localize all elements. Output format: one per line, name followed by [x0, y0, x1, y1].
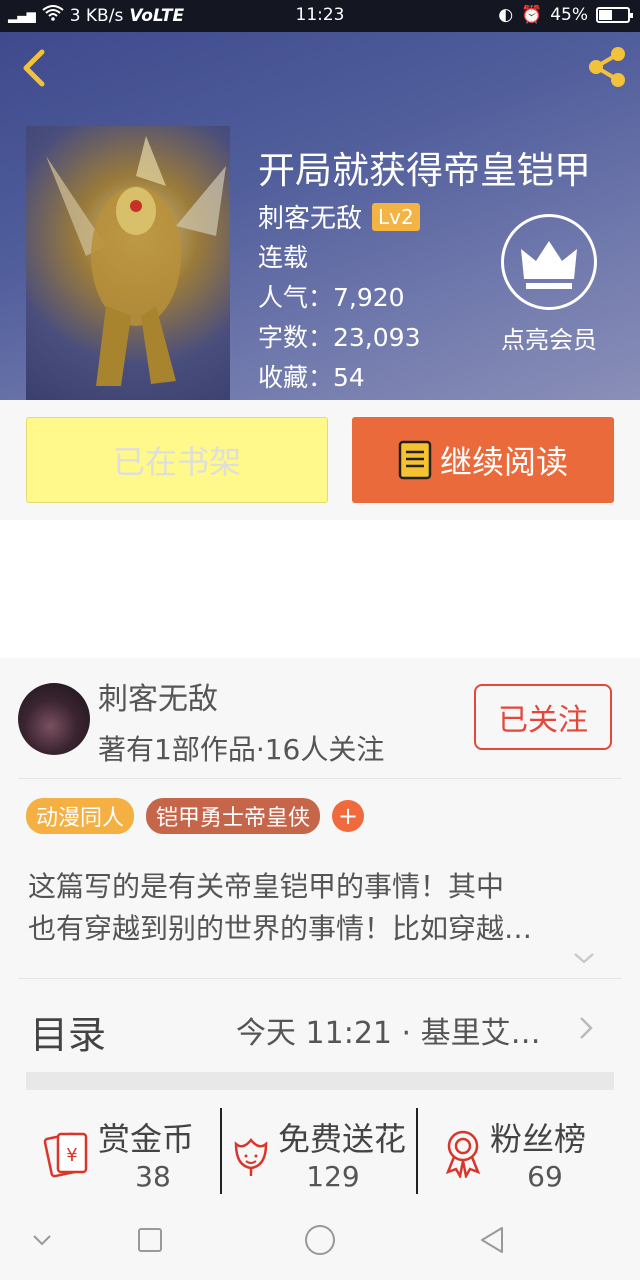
section-separator	[26, 1072, 614, 1090]
fans-count: 69	[527, 1160, 563, 1193]
toc-latest-chapter[interactable]: 今天 11:21 · 基里艾…	[236, 1008, 541, 1052]
book-actions: ¥ 赏金币 38 免费送花 129 粉丝榜 69	[0, 1108, 640, 1196]
book-status: 连载	[258, 243, 309, 272]
book-header: 开局就获得帝皇铠甲 刺客无敌 Lv2 连载 人气：7,920 字数：23,093…	[0, 32, 640, 400]
action-button-area: 已在书架 继续阅读	[0, 400, 640, 520]
book-favorites: 收藏：54	[258, 363, 365, 392]
svg-text:¥: ¥	[66, 1145, 77, 1166]
tag-item[interactable]: 铠甲勇士帝皇侠	[146, 798, 321, 834]
back-arrow-icon	[23, 49, 45, 87]
flower-icon	[234, 1137, 268, 1176]
medal-icon	[445, 1130, 481, 1178]
battery-icon	[596, 7, 633, 23]
divider	[416, 1108, 418, 1194]
flower-count: 129	[306, 1160, 360, 1193]
reward-count: 38	[135, 1160, 171, 1193]
avatar[interactable]	[18, 683, 90, 755]
home-icon[interactable]	[302, 1222, 338, 1258]
chevron-right-icon[interactable]	[578, 1014, 594, 1042]
divider	[18, 978, 622, 979]
author-card: 刺客无敌 著有1部作品·16人关注 已关注	[0, 658, 640, 778]
crown-icon	[501, 214, 597, 310]
system-nav-bar	[0, 1200, 640, 1280]
continue-reading-button[interactable]: 继续阅读	[352, 417, 614, 503]
tag-list: 动漫同人 铠甲勇士帝皇侠 +	[26, 798, 365, 834]
author-name[interactable]: 刺客无敌	[258, 198, 362, 235]
recents-icon[interactable]	[132, 1222, 168, 1258]
toc-label[interactable]: 目录	[30, 1004, 106, 1059]
follow-button[interactable]: 已关注	[474, 684, 612, 750]
author-card-stats: 著有1部作品·16人关注	[98, 733, 385, 766]
blank-area	[0, 520, 640, 658]
vip-button[interactable]: 点亮会员	[492, 214, 606, 355]
red-envelope-icon: ¥	[43, 1132, 88, 1178]
book-word-count: 字数：23,093	[258, 323, 421, 352]
share-icon	[589, 47, 625, 87]
book-title: 开局就获得帝皇铠甲	[258, 149, 591, 192]
fans-label: 粉丝榜	[490, 1120, 587, 1158]
book-cover[interactable]	[26, 126, 230, 400]
alarm-icon: ⏰	[521, 5, 543, 25]
tag-item[interactable]: 动漫同人	[26, 798, 135, 834]
battery-percent: 45%	[550, 5, 588, 25]
author-row: 刺客无敌 Lv2	[258, 198, 420, 235]
reward-label: 赏金币	[98, 1120, 195, 1158]
book-icon	[398, 440, 432, 480]
chevron-down-icon[interactable]	[572, 950, 596, 966]
fans-ranking-button[interactable]: 粉丝榜 69	[434, 1108, 614, 1196]
back-triangle-icon[interactable]	[474, 1222, 510, 1258]
add-tag-button[interactable]: +	[332, 800, 365, 832]
flower-label: 免费送花	[278, 1120, 407, 1158]
send-flower-button[interactable]: 免费送花 129	[222, 1108, 416, 1196]
book-popularity: 人气：7,920	[258, 283, 405, 312]
reward-coins-button[interactable]: ¥ 赏金币 38	[42, 1108, 212, 1196]
author-card-name[interactable]: 刺客无敌	[98, 674, 218, 718]
share-button[interactable]	[584, 44, 630, 90]
book-description[interactable]: 这篇写的是有关帝皇铠甲的事情！其中 也有穿越到别的世界的事情！比如穿越…	[28, 866, 618, 950]
on-shelf-button[interactable]: 已在书架	[26, 417, 328, 503]
continue-reading-label: 继续阅读	[439, 443, 568, 481]
description-line: 也有穿越到别的世界的事情！比如穿越…	[28, 912, 533, 945]
status-bar: ▂▄▆ 3 KB/s VoLTE 11:23 ◐ ⏰ 45%	[0, 0, 640, 32]
moon-icon: ◐	[498, 5, 514, 25]
vip-label: 点亮会员	[501, 326, 597, 354]
description-line: 这篇写的是有关帝皇铠甲的事情！其中	[28, 870, 505, 903]
back-button[interactable]	[14, 46, 54, 90]
divider	[18, 778, 622, 779]
author-level-badge: Lv2	[372, 202, 420, 231]
chevron-down-icon[interactable]	[24, 1222, 60, 1258]
